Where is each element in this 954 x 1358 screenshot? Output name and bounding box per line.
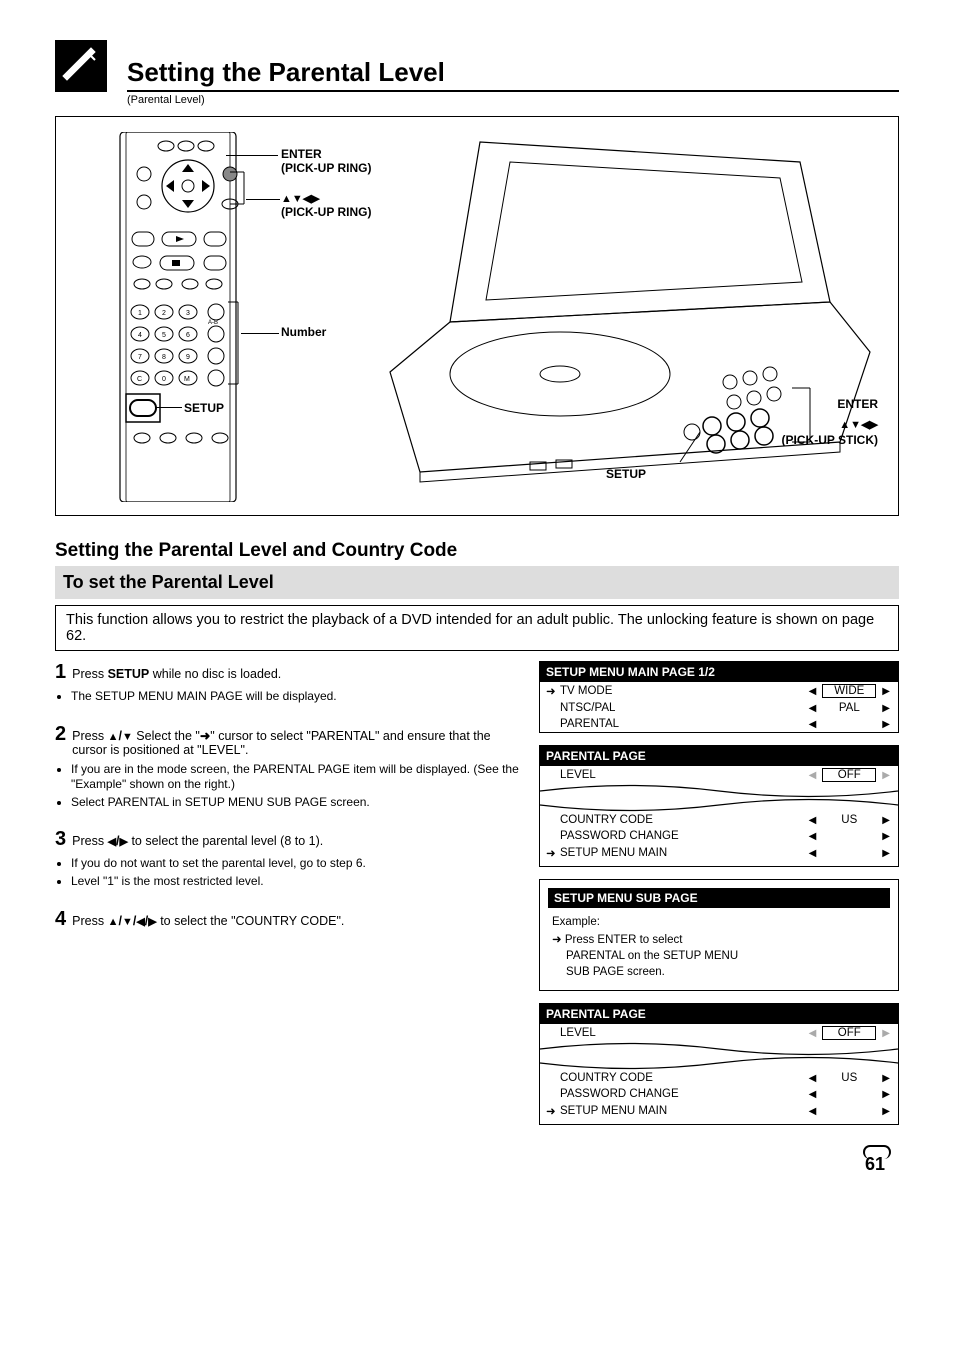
svg-text:0: 0 [162,376,166,383]
label-pickup-ring: (PICK-UP RING) [281,161,371,175]
section-heading: Setting the Parental Level and Country C… [55,540,899,562]
menu-parental-1: PARENTAL PAGE LEVEL ◀OFF▶ COUNTRY CODE ◀… [539,745,899,867]
label-arrows-player-sub: (PICK-UP STICK) [782,433,878,447]
label-arrows-player [839,417,878,431]
subsection-bar: To set the Parental Level [55,566,899,599]
menu-parental-2: PARENTAL PAGE LEVEL ◀OFF▶ COUNTRY CODE ◀… [539,1003,899,1125]
svg-text:4: 4 [138,332,142,339]
step-1: 1 Press SETUP while no disc is loaded. T… [55,661,521,705]
remote-control-illustration: 1 2 3 4 5 6 A-B 7 8 9 C 0 M [78,132,278,502]
page-subtitle: (Parental Level) [127,94,899,106]
label-enter: ENTER [281,147,322,161]
menu-example: SETUP MENU SUB PAGE Example: ➜ Press ENT… [539,879,899,991]
svg-text:M: M [184,376,190,383]
step-3: 3 Press / to select the parental level (… [55,828,521,889]
menu-setup-main: SETUP MENU MAIN PAGE 1/2 ➜TV MODE ◀WIDE▶… [539,661,899,733]
svg-text:3: 3 [186,310,190,317]
table-row: PARENTAL ◀▶ [540,716,898,732]
label-setup: SETUP [184,401,224,415]
svg-text:9: 9 [186,354,190,361]
description-box: This function allows you to restrict the… [55,605,899,651]
label-enter-player: ENTER [837,397,878,411]
label-number: Number [281,325,326,339]
step-4: 4 Press /// to select the "COUNTRY CODE"… [55,908,521,931]
table-row: NTSC/PAL ◀PAL▶ [540,700,898,716]
page-title: Setting the Parental Level [127,57,899,88]
svg-text:7: 7 [138,354,142,361]
svg-text:8: 8 [162,354,166,361]
page-arc-icon [863,1145,891,1159]
svg-text:C: C [137,376,142,383]
table-row: ➜TV MODE ◀WIDE▶ [540,682,898,700]
step-2: 2 Press / Select the "➜" cursor to selec… [55,723,521,811]
svg-text:6: 6 [186,332,190,339]
page-header: Setting the Parental Level [55,40,899,92]
svg-text:A-B: A-B [208,320,218,326]
svg-text:1: 1 [138,310,142,317]
svg-text:2: 2 [162,310,166,317]
label-arrows-remote-sub: (PICK-UP RING) [281,205,371,219]
label-arrows-remote [281,191,320,205]
pen-icon [55,40,107,92]
svg-text:5: 5 [162,332,166,339]
label-setup-player: SETUP [606,467,646,481]
device-diagram: 1 2 3 4 5 6 A-B 7 8 9 C 0 M [55,116,899,516]
